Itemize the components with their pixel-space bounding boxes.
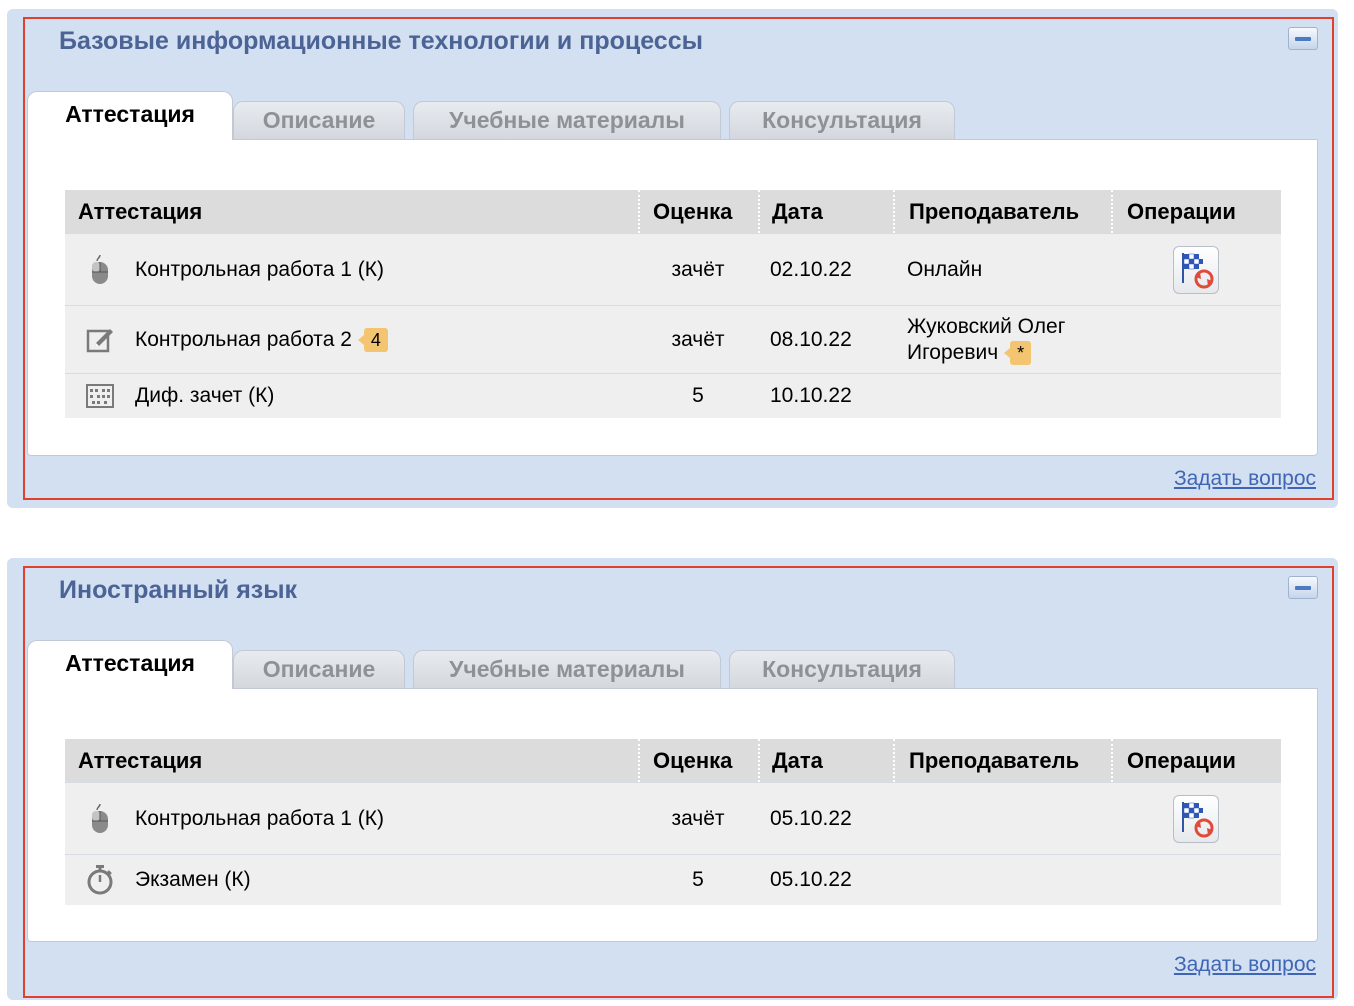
minus-icon: [1295, 585, 1311, 590]
ask-question-link[interactable]: Задать вопрос: [1174, 953, 1316, 977]
tab-bar: Аттестация Описание Учебные материалы Ко…: [27, 640, 977, 689]
teacher-badge: *: [1004, 340, 1032, 365]
table-header: Аттестация Оценка Дата Преподаватель Опе…: [65, 190, 1281, 233]
ask-question-link[interactable]: Задать вопрос: [1174, 467, 1316, 491]
count-badge: 4: [357, 327, 388, 352]
item-name: Контрольная работа 1 (К): [135, 257, 384, 281]
edit-icon: [65, 326, 135, 354]
date-value: 05.10.22: [770, 868, 852, 891]
item-name: Экзамен (К): [135, 868, 251, 891]
column-header-name: Аттестация: [78, 747, 203, 773]
checkered-flag-icon: [1182, 801, 1214, 837]
table-row: Контрольная работа 2 4 зачёт 08.10.22 Жу…: [65, 305, 1281, 373]
teacher-name: Жуковский Олег Игоревич: [907, 314, 1066, 364]
grade-value: зачёт: [671, 257, 725, 281]
mouse-icon: [65, 803, 135, 834]
tab-description[interactable]: Описание: [233, 101, 405, 139]
attestation-table: Аттестация Оценка Дата Преподаватель Опе…: [65, 190, 1281, 418]
tab-consultation[interactable]: Консультация: [729, 101, 955, 139]
course-panel: Иностранный язык Аттестация Описание Уче…: [7, 558, 1338, 1000]
collapse-button[interactable]: [1288, 576, 1318, 599]
column-header-name: Аттестация: [78, 198, 203, 224]
item-name: Диф. зачет (К): [135, 384, 275, 407]
minus-icon: [1295, 36, 1311, 41]
column-header-teacher: Преподаватель: [893, 190, 1111, 233]
collapse-button[interactable]: [1288, 27, 1318, 50]
course-panel: Базовые информационные технологии и проц…: [7, 9, 1338, 508]
attestation-table: Аттестация Оценка Дата Преподаватель Опе…: [65, 739, 1281, 905]
grade-value: зачёт: [671, 806, 725, 830]
teacher-value: Жуковский Олег Игоревич *: [893, 314, 1111, 366]
grade-value: зачёт: [671, 327, 725, 351]
mouse-icon: [65, 254, 135, 285]
tab-attestation[interactable]: Аттестация: [27, 640, 233, 689]
tab-content: Аттестация Оценка Дата Преподаватель Опе…: [27, 139, 1318, 456]
abacus-icon: [65, 384, 135, 408]
tab-content: Аттестация Оценка Дата Преподаватель Опе…: [27, 688, 1318, 942]
date-value: 10.10.22: [770, 384, 852, 407]
column-header-grade: Оценка: [638, 190, 758, 233]
column-header-operations: Операции: [1111, 739, 1281, 782]
tab-bar: Аттестация Описание Учебные материалы Ко…: [27, 91, 977, 140]
date-value: 02.10.22: [770, 257, 852, 281]
checkered-flag-icon: [1182, 252, 1214, 288]
table-row: Экзамен (К) 5 05.10.22: [65, 854, 1281, 905]
retake-button[interactable]: [1173, 794, 1219, 843]
table-row: Контрольная работа 1 (К) зачёт 05.10.22: [65, 782, 1281, 854]
item-name: Контрольная работа 2: [135, 327, 352, 351]
grade-value: 5: [692, 868, 704, 891]
column-header-date: Дата: [758, 739, 893, 782]
tab-attestation[interactable]: Аттестация: [27, 91, 233, 140]
table-row: Контрольная работа 1 (К) зачёт 02.10.22 …: [65, 233, 1281, 305]
tab-description[interactable]: Описание: [233, 650, 405, 688]
date-value: 08.10.22: [770, 327, 852, 351]
teacher-value: Онлайн: [907, 257, 983, 281]
date-value: 05.10.22: [770, 806, 852, 830]
table-header: Аттестация Оценка Дата Преподаватель Опе…: [65, 739, 1281, 782]
item-name: Контрольная работа 1 (К): [135, 806, 384, 830]
course-title: Иностранный язык: [59, 576, 298, 604]
tab-materials[interactable]: Учебные материалы: [413, 650, 721, 688]
tab-materials[interactable]: Учебные материалы: [413, 101, 721, 139]
course-title: Базовые информационные технологии и проц…: [59, 27, 703, 55]
column-header-date: Дата: [758, 190, 893, 233]
column-header-teacher: Преподаватель: [893, 739, 1111, 782]
column-header-grade: Оценка: [638, 739, 758, 782]
table-row: Диф. зачет (К) 5 10.10.22: [65, 373, 1281, 418]
tab-consultation[interactable]: Консультация: [729, 650, 955, 688]
grade-value: 5: [692, 384, 704, 407]
column-header-operations: Операции: [1111, 190, 1281, 233]
stopwatch-icon: [65, 865, 135, 895]
retake-button[interactable]: [1173, 245, 1219, 294]
